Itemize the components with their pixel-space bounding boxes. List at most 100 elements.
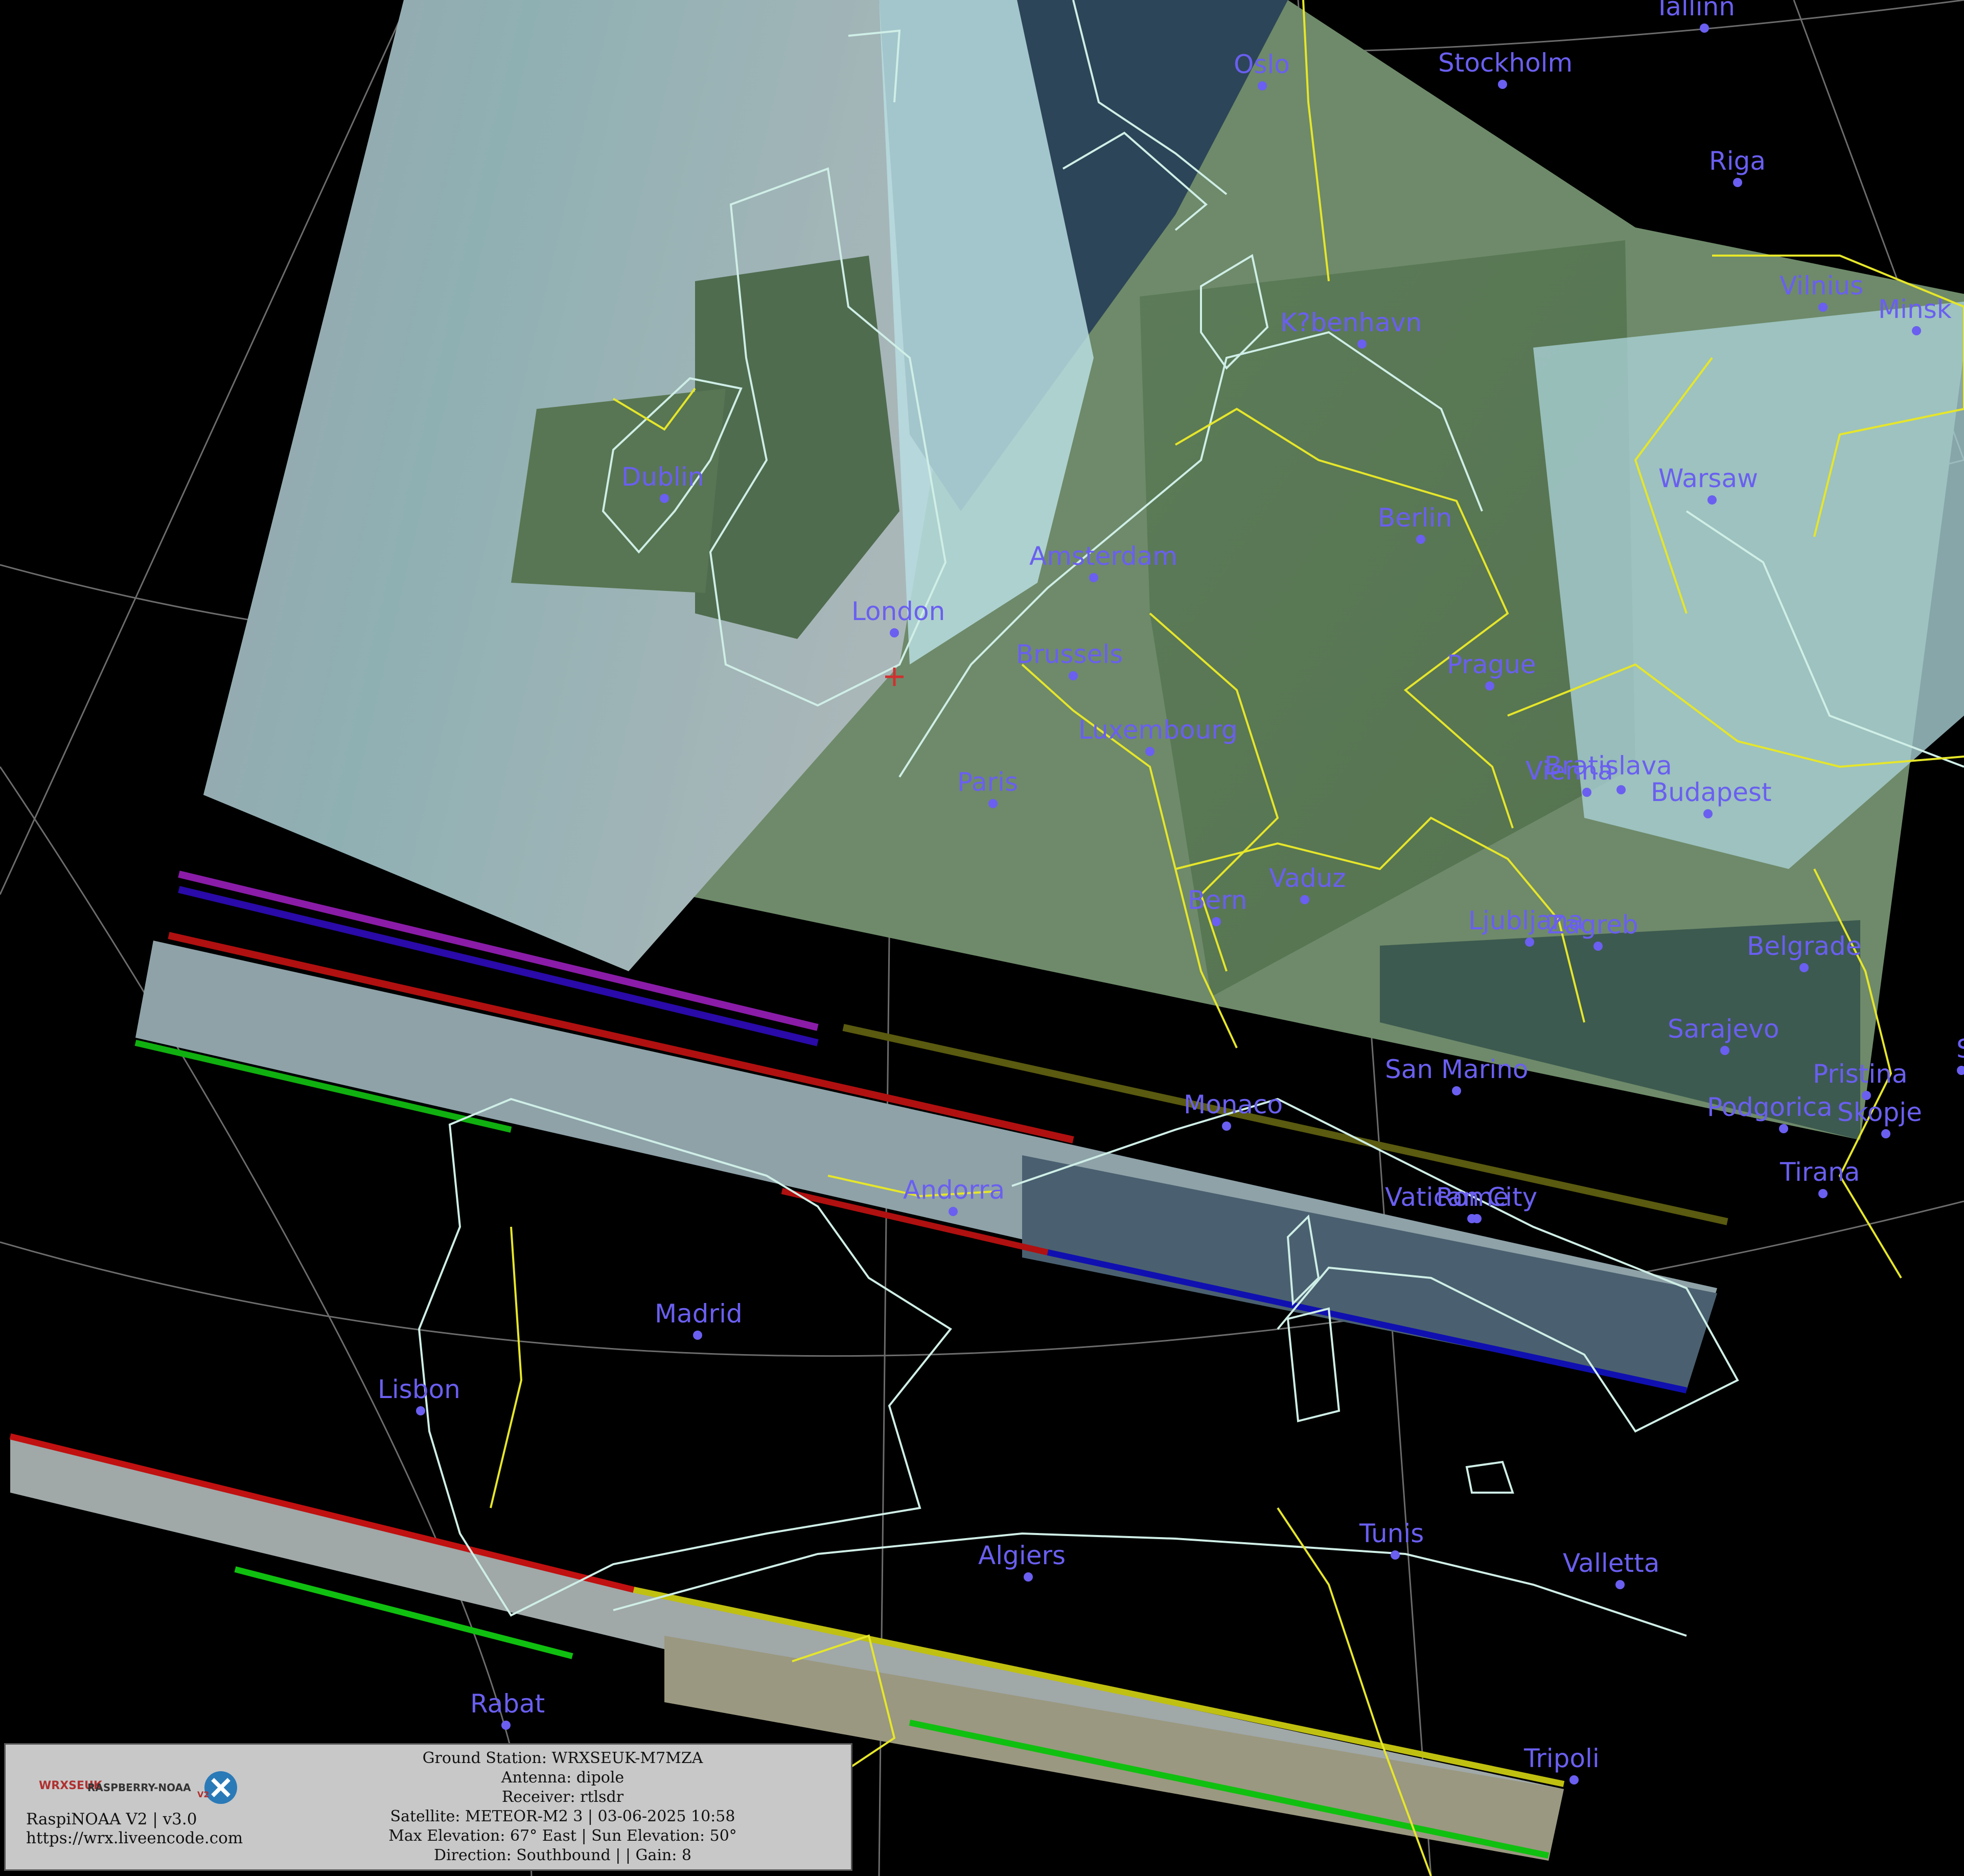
city-dot	[501, 1721, 511, 1730]
direction-text: Direction: Southbound | | Gain: 8	[434, 1846, 691, 1864]
city-label: Berlin	[1378, 503, 1452, 533]
city-label: Dublin	[621, 462, 704, 492]
app-logo: WRXSEUK RASPBERRY-NOAA V2	[29, 1764, 243, 1810]
map-image: Tallinn Oslo Stockholm Riga Vilnius Minsk K?be…	[0, 0, 1964, 1876]
city-marker: Rabat	[470, 1689, 545, 1730]
city-label: Skopje	[1837, 1097, 1922, 1127]
city-dot	[1498, 80, 1507, 89]
logo-text-right: RASPBERRY-NOAA	[87, 1781, 191, 1794]
city-label: Tunis	[1359, 1519, 1424, 1548]
city-label: Tripoli	[1523, 1744, 1600, 1773]
city-dot	[1089, 573, 1098, 582]
city-dot	[1818, 1189, 1828, 1198]
pass-details: Ground Station: WRXSEUK-M7MZA Antenna: d…	[333, 1749, 793, 1865]
city-label: Sarajevo	[1668, 1014, 1779, 1044]
city-dot	[1912, 326, 1921, 335]
city-label: Warsaw	[1658, 464, 1758, 493]
city-dot	[416, 1406, 425, 1415]
city-dot	[1593, 942, 1603, 951]
app-url: https://wrx.liveencode.com	[26, 1829, 243, 1847]
city-dot	[1707, 495, 1717, 505]
city-label: Luxembourg	[1078, 715, 1238, 745]
city-dot	[1779, 1124, 1788, 1133]
city-label: Andorra	[903, 1175, 1005, 1205]
city-label: London	[851, 597, 945, 626]
city-dot	[1733, 178, 1742, 187]
ground-station-text: Ground Station: WRXSEUK-M7MZA	[422, 1749, 703, 1767]
city-label: San Marino	[1385, 1055, 1528, 1084]
projected-map: Tallinn Oslo Stockholm Riga Vilnius Minsk K?be…	[0, 0, 1964, 1876]
city-label: Paris	[957, 767, 1018, 797]
city-marker: San Marino	[1385, 1055, 1528, 1095]
antenna-text: Antenna: dipole	[501, 1769, 625, 1787]
city-label: Bratislava	[1544, 751, 1672, 781]
city-dot	[1525, 937, 1534, 947]
city-label: Lisbon	[378, 1375, 460, 1404]
receiver-text: Receiver: rtlsdr	[501, 1788, 624, 1806]
city-dot	[1615, 1580, 1625, 1589]
city-label: So	[1956, 1034, 1964, 1064]
city-label: Vaduz	[1269, 863, 1346, 893]
city-label: Brussels	[1016, 639, 1123, 669]
app-version: RaspiNOAA V2 | v3.0	[26, 1810, 197, 1828]
city-label: Amsterdam	[1029, 541, 1177, 571]
city-dot	[1957, 1066, 1964, 1075]
city-marker: So	[1956, 1034, 1964, 1075]
city-dot	[1391, 1550, 1400, 1560]
city-marker: Monaco	[1184, 1090, 1283, 1131]
city-dot	[1720, 1046, 1729, 1055]
city-label: Rabat	[470, 1689, 545, 1719]
city-label: Vilnius	[1780, 271, 1863, 301]
city-marker: Tirana	[1780, 1157, 1860, 1198]
city-dot	[1799, 963, 1809, 972]
city-marker: Stockholm	[1438, 48, 1573, 89]
city-label: Tirana	[1780, 1157, 1860, 1187]
city-label: Riga	[1709, 146, 1766, 176]
elevation-text: Max Elevation: 67° East | Sun Elevation:…	[388, 1827, 737, 1845]
city-dot	[949, 1207, 958, 1216]
city-label: Prague	[1447, 650, 1536, 679]
city-dot	[1881, 1129, 1890, 1138]
city-marker: Valletta	[1563, 1548, 1659, 1589]
city-dot	[1818, 303, 1828, 312]
city-dot	[1212, 917, 1221, 926]
city-dot	[1703, 809, 1713, 818]
city-label: Algiers	[978, 1541, 1066, 1570]
city-dot	[693, 1331, 702, 1340]
satellite-text: Satellite: METEOR-M2 3 | 03-06-2025 10:5…	[390, 1808, 735, 1825]
city-marker: Madrid	[655, 1299, 743, 1340]
city-label: Pristina	[1813, 1059, 1908, 1089]
city-dot	[1145, 747, 1154, 756]
city-dot	[1357, 339, 1367, 349]
city-dot	[1700, 24, 1709, 33]
city-dot	[1472, 1214, 1482, 1223]
city-label: Valletta	[1563, 1548, 1659, 1578]
city-label: Rome	[1436, 1182, 1509, 1212]
city-dot	[1452, 1086, 1461, 1095]
city-dot	[660, 494, 669, 503]
city-dot	[1069, 671, 1078, 680]
city-dot	[1300, 895, 1309, 904]
logo-badge-text: V2	[197, 1790, 210, 1799]
city-marker: Riga	[1709, 146, 1766, 187]
city-label: Budapest	[1651, 777, 1772, 807]
info-panel: WRXSEUK RASPBERRY-NOAA V2 RaspiNOAA V2 |…	[4, 1743, 852, 1871]
city-dot	[1582, 788, 1591, 797]
city-label: Tallinn	[1654, 0, 1735, 21]
logo-badge-icon	[204, 1771, 237, 1804]
city-dot	[1024, 1572, 1033, 1582]
city-dot	[1416, 535, 1425, 544]
city-label: K?benhavn	[1280, 308, 1422, 337]
city-label: Belgrade	[1747, 931, 1861, 961]
city-dot	[1485, 681, 1494, 691]
city-marker: Tunis	[1359, 1519, 1424, 1560]
city-label: Monaco	[1184, 1090, 1283, 1119]
city-marker: Lisbon	[378, 1375, 460, 1415]
city-marker: Algiers	[978, 1541, 1066, 1582]
city-dot	[988, 799, 998, 808]
city-label: Podgorica	[1707, 1092, 1833, 1122]
city-dot	[890, 628, 899, 637]
city-dot	[1258, 81, 1267, 90]
city-label: Oslo	[1234, 50, 1290, 79]
city-label: Stockholm	[1438, 48, 1573, 78]
